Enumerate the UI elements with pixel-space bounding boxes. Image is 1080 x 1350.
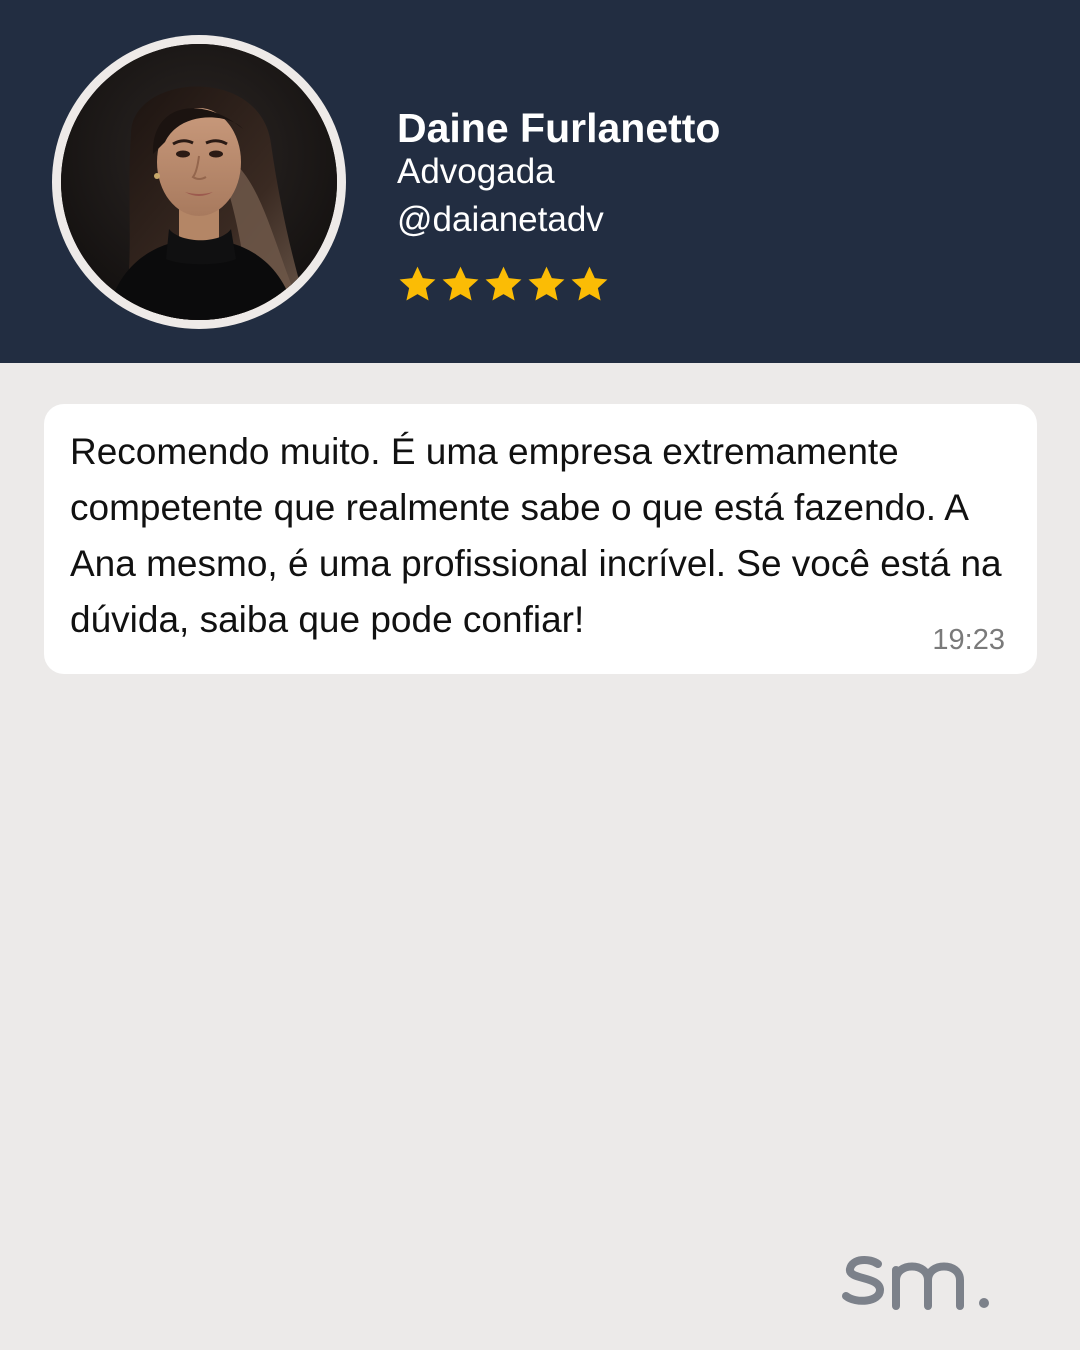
profile-header: Daine Furlanetto Advogada @daianetadv: [0, 0, 1080, 363]
brand-logo: [842, 1256, 989, 1310]
star-icon: [485, 266, 522, 301]
star-icon: [528, 266, 565, 301]
person-photo-icon: [61, 44, 337, 320]
avatar: [61, 44, 337, 320]
star-rating: [397, 264, 610, 305]
message-text: Recomendo muito. É uma empresa extremame…: [70, 431, 1002, 640]
star-icon: [442, 266, 479, 301]
message-timestamp: 19:23: [932, 624, 1005, 656]
message-bubble: Recomendo muito. É uma empresa extremame…: [44, 404, 1037, 674]
profile-role: Advogada: [397, 152, 555, 191]
profile-name: Daine Furlanetto: [397, 105, 721, 151]
star-icon: [399, 266, 436, 301]
profile-handle: @daianetadv: [397, 200, 604, 239]
star-icon: [571, 266, 608, 301]
avatar-ring: [52, 35, 346, 329]
